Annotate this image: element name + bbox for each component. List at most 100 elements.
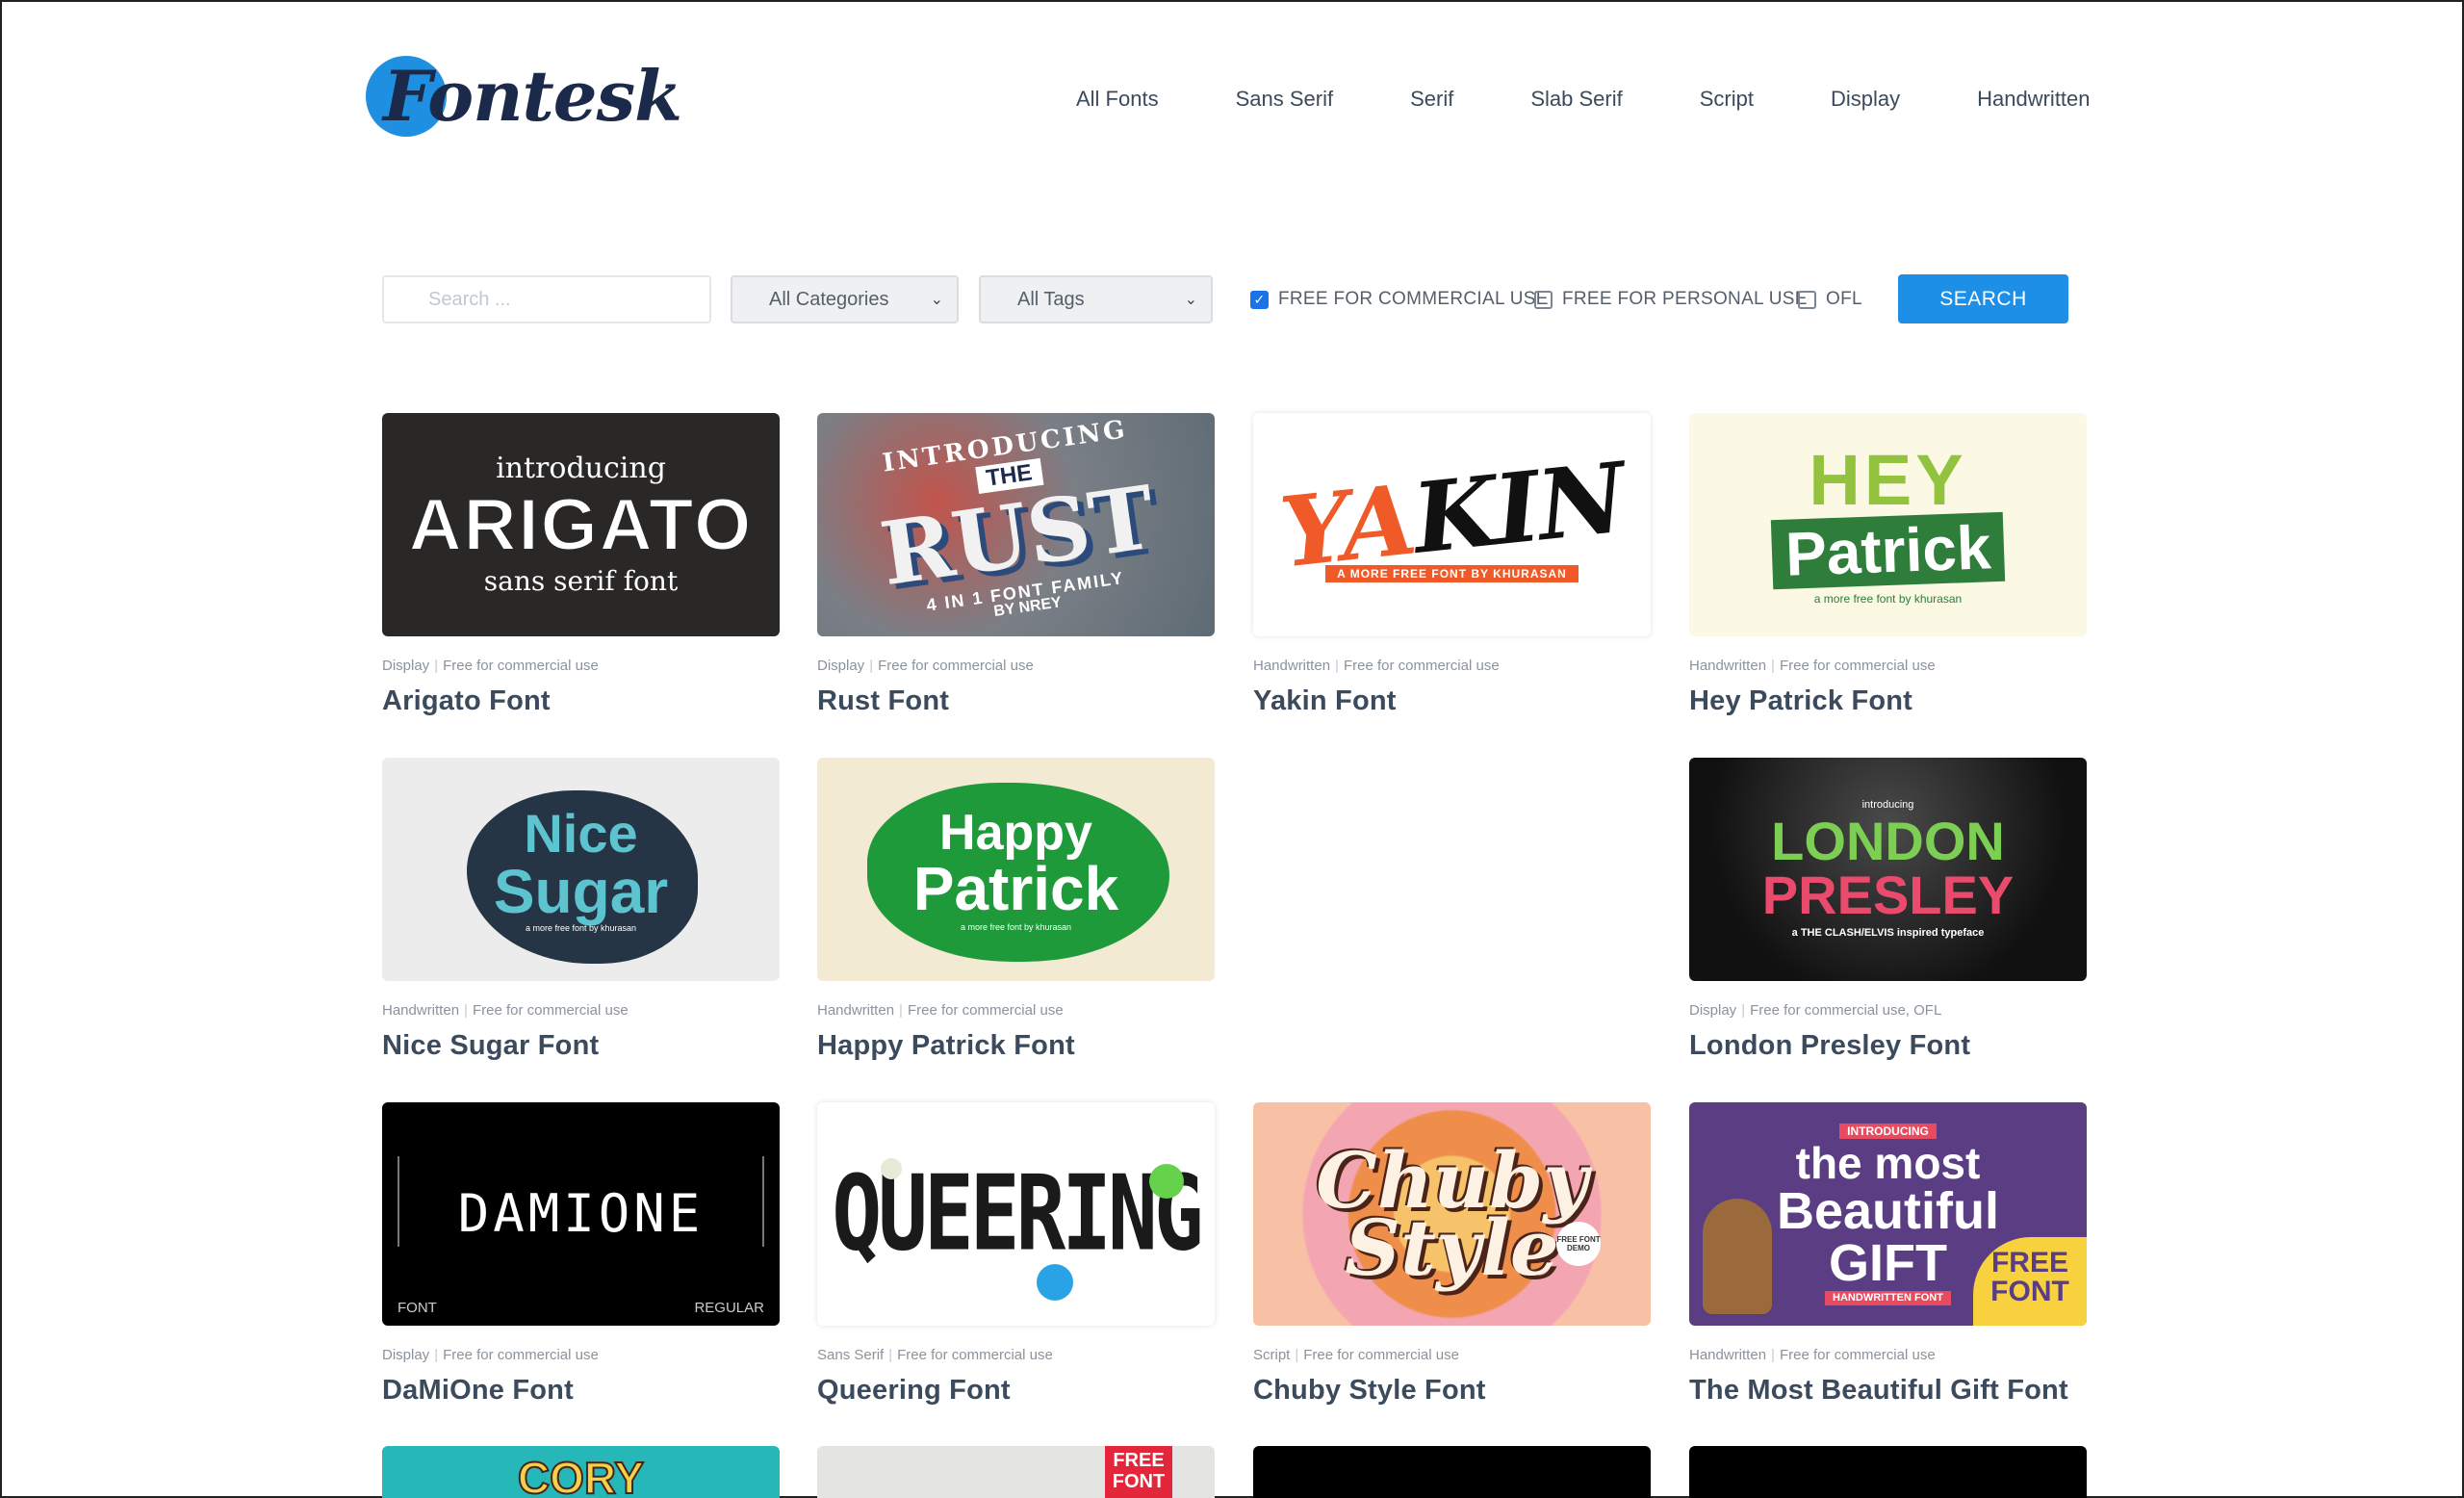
font-title[interactable]: Nice Sugar Font bbox=[382, 1030, 780, 1062]
font-card[interactable]: introducing LONDON PRESLEY a THE CLASH/E… bbox=[1689, 758, 2087, 1062]
thumb-text: Patrick bbox=[912, 853, 1119, 923]
thumb-text: ARIGATO bbox=[408, 484, 754, 566]
thumb-text: REGULAR bbox=[694, 1300, 764, 1316]
font-license: Free for commercial use bbox=[907, 1002, 1064, 1019]
search-input[interactable] bbox=[382, 275, 711, 323]
font-card[interactable]: QUEERING Sans Serif | Free for commercial … bbox=[817, 1102, 1215, 1407]
font-card[interactable] bbox=[1689, 1446, 2087, 1498]
nav-all-fonts[interactable]: All Fonts bbox=[1076, 87, 1159, 112]
badge-icon bbox=[881, 1158, 902, 1179]
font-meta: Display | Free for commercial use bbox=[382, 658, 599, 674]
font-meta: Handwritten | Free for commercial use bbox=[1689, 658, 1936, 674]
nav-handwritten[interactable]: Handwritten bbox=[1977, 87, 2090, 112]
font-card[interactable]: DAMIONE FONT REGULAR Display | Free for co… bbox=[382, 1102, 780, 1407]
font-card[interactable]: Nice Sugar a more free font by khurasan … bbox=[382, 758, 780, 1062]
font-card[interactable]: INTRODUCING the most Beautiful GIFT HAND… bbox=[1689, 1102, 2087, 1407]
font-thumbnail[interactable]: introducing LONDON PRESLEY a THE CLASH/E… bbox=[1689, 758, 2087, 981]
category-select[interactable]: All Categories ⌄ bbox=[731, 275, 959, 323]
font-title[interactable]: Happy Patrick Font bbox=[817, 1030, 1215, 1062]
font-thumbnail[interactable]: YAKIN A MORE FREE FONT BY KHURASAN bbox=[1253, 413, 1651, 636]
font-category[interactable]: Handwritten bbox=[1689, 658, 1766, 674]
nav-script[interactable]: Script bbox=[1700, 87, 1754, 112]
thumb-text: a more free font by khurasan bbox=[1813, 592, 1963, 606]
font-card[interactable]: Chuby Style FREE FONT DEMO Script | Free f… bbox=[1253, 1102, 1651, 1407]
nav-sans-serif[interactable]: Sans Serif bbox=[1236, 87, 1334, 112]
nav-display[interactable]: Display bbox=[1831, 87, 1900, 112]
font-title[interactable]: Hey Patrick Font bbox=[1689, 685, 2087, 717]
font-thumbnail[interactable]: INTRODUCING THE RUST 4 IN 1 FONT FAMILY … bbox=[817, 413, 1215, 636]
search-button[interactable]: SEARCH bbox=[1898, 274, 2068, 323]
font-card[interactable]: INTRODUCING THE RUST 4 IN 1 FONT FAMILY … bbox=[817, 413, 1215, 717]
thumb-text: HANDWRITTEN FONT bbox=[1825, 1290, 1951, 1305]
thumb-text: Happy bbox=[939, 804, 1092, 861]
checkbox-unchecked-icon[interactable] bbox=[1534, 290, 1553, 309]
font-category[interactable]: Display bbox=[817, 658, 864, 674]
free-font-badge: FREE FONT DEMO bbox=[1556, 1222, 1601, 1266]
font-category[interactable]: Script bbox=[1253, 1347, 1290, 1363]
bear-illustration bbox=[1703, 1199, 1772, 1314]
font-license: Free for commercial use bbox=[443, 1347, 599, 1363]
font-thumbnail[interactable]: INTRODUCING the most Beautiful GIFT HAND… bbox=[1689, 1102, 2087, 1326]
font-category[interactable]: Display bbox=[1689, 1002, 1736, 1019]
thumb-text: INTRODUCING bbox=[1839, 1123, 1937, 1139]
checkbox-checked-icon[interactable]: ✓ bbox=[1250, 290, 1269, 309]
free-font-badge: FREE FONT bbox=[1105, 1446, 1172, 1498]
font-card[interactable]: Happy Patrick a more free font by khuras… bbox=[817, 758, 1215, 1062]
font-category[interactable]: Display bbox=[382, 658, 429, 674]
font-thumbnail[interactable]: FREE FONT bbox=[817, 1446, 1215, 1498]
font-category[interactable]: Handwritten bbox=[817, 1002, 894, 1019]
chevron-down-icon: ⌄ bbox=[930, 292, 943, 308]
font-title[interactable]: DaMiOne Font bbox=[382, 1375, 780, 1407]
checkbox-free-personal[interactable]: FREE FOR PERSONAL USE bbox=[1534, 289, 1808, 310]
font-category[interactable]: Handwritten bbox=[1689, 1347, 1766, 1363]
checkbox-label: FREE FOR COMMERCIAL USE bbox=[1278, 289, 1549, 309]
font-category[interactable]: Handwritten bbox=[1253, 658, 1330, 674]
checkbox-ofl[interactable]: OFL bbox=[1798, 289, 1862, 310]
font-thumbnail[interactable]: Happy Patrick a more free font by khuras… bbox=[817, 758, 1215, 981]
font-thumbnail[interactable]: QUEERING bbox=[817, 1102, 1215, 1326]
font-card[interactable] bbox=[1253, 1446, 1651, 1498]
font-license: Free for commercial use bbox=[1779, 1347, 1936, 1363]
font-thumbnail[interactable]: Chuby Style FREE FONT DEMO bbox=[1253, 1102, 1651, 1326]
font-title[interactable]: Chuby Style Font bbox=[1253, 1375, 1651, 1407]
font-meta: Handwritten | Free for commercial use bbox=[817, 1002, 1064, 1019]
font-meta: Script | Free for commercial use bbox=[1253, 1347, 1459, 1363]
font-category[interactable]: Display bbox=[382, 1347, 429, 1363]
site-logo[interactable]: Fontesk bbox=[366, 52, 682, 141]
font-license: Free for commercial use, OFL bbox=[1750, 1002, 1942, 1019]
logo-text: Fontesk bbox=[383, 55, 682, 137]
thumb-text: the most bbox=[1795, 1137, 1981, 1188]
font-category[interactable]: Handwritten bbox=[382, 1002, 459, 1019]
font-title[interactable]: Arigato Font bbox=[382, 685, 780, 717]
font-card[interactable]: introducing ARIGATO sans serif font Disp… bbox=[382, 413, 780, 717]
font-license: Free for commercial use bbox=[897, 1347, 1053, 1363]
thumb-text: Beautiful bbox=[1776, 1181, 1999, 1240]
font-card[interactable]: CORY bbox=[382, 1446, 780, 1498]
font-thumbnail[interactable]: Nice Sugar a more free font by khurasan bbox=[382, 758, 780, 981]
font-title[interactable]: The Most Beautiful Gift Font bbox=[1689, 1375, 2087, 1407]
nav-slab-serif[interactable]: Slab Serif bbox=[1530, 87, 1622, 112]
nav-serif[interactable]: Serif bbox=[1410, 87, 1453, 112]
tag-select[interactable]: All Tags ⌄ bbox=[979, 275, 1213, 323]
font-license: Free for commercial use bbox=[1779, 658, 1936, 674]
font-title[interactable]: Yakin Font bbox=[1253, 685, 1651, 717]
font-title[interactable]: Rust Font bbox=[817, 685, 1215, 717]
font-thumbnail[interactable] bbox=[1253, 1446, 1651, 1498]
font-thumbnail[interactable]: CORY bbox=[382, 1446, 780, 1498]
font-title[interactable]: London Presley Font bbox=[1689, 1030, 2087, 1062]
font-card[interactable]: HEY Patrick a more free font by khurasan… bbox=[1689, 413, 2087, 717]
font-thumbnail[interactable]: HEY Patrick a more free font by khurasan bbox=[1689, 413, 2087, 636]
font-thumbnail[interactable] bbox=[1689, 1446, 2087, 1498]
font-title[interactable]: Queering Font bbox=[817, 1375, 1215, 1407]
font-card[interactable]: FREE FONT bbox=[817, 1446, 1215, 1498]
checkbox-unchecked-icon[interactable] bbox=[1798, 290, 1816, 309]
font-thumbnail[interactable]: introducing ARIGATO sans serif font bbox=[382, 413, 780, 636]
font-license: Free for commercial use bbox=[1303, 1347, 1459, 1363]
checkbox-free-commercial[interactable]: ✓ FREE FOR COMMERCIAL USE bbox=[1250, 289, 1549, 310]
font-thumbnail[interactable]: DAMIONE FONT REGULAR bbox=[382, 1102, 780, 1326]
instagram-icon bbox=[1149, 1164, 1184, 1199]
font-license: Free for commercial use bbox=[878, 658, 1034, 674]
font-category[interactable]: Sans Serif bbox=[817, 1347, 884, 1363]
thumb-text: introducing bbox=[496, 452, 666, 485]
font-card[interactable]: YAKIN A MORE FREE FONT BY KHURASAN Handw… bbox=[1253, 413, 1651, 717]
